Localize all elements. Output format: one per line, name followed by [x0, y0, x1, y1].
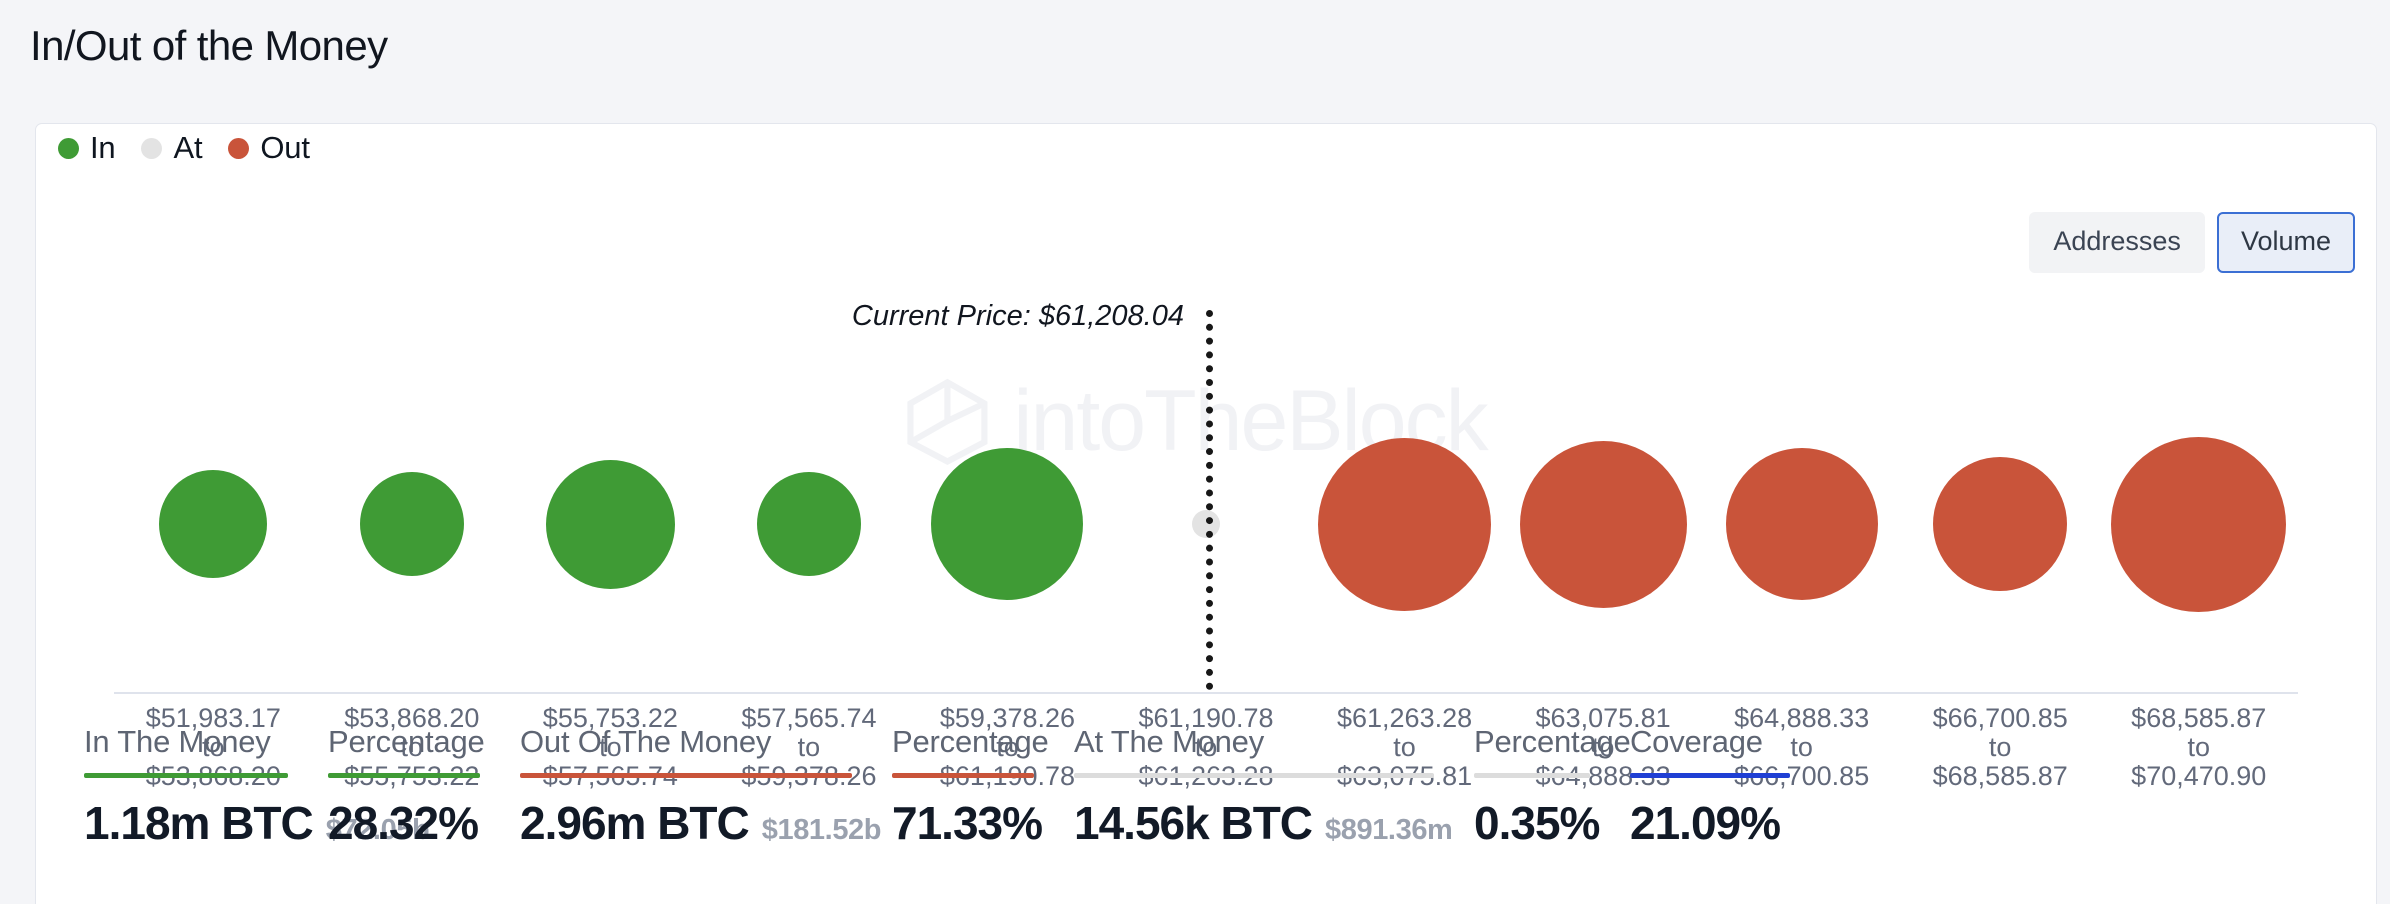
green-dot-icon — [58, 138, 79, 159]
stat-underline — [520, 773, 852, 778]
stat-percentage: Percentage 28.32% — [328, 725, 520, 846]
stat-primary-value: 2.96m BTC — [520, 800, 749, 846]
stat-primary-value: 1.18m BTC — [84, 800, 313, 846]
stat-values: 14.56k BTC$891.36m — [1074, 800, 1446, 846]
stat-values: 28.32% — [328, 800, 492, 846]
stat-in-the-money: In The Money 1.18m BTC$72.05b — [84, 725, 328, 846]
addresses-toggle-button[interactable]: Addresses — [2029, 212, 2205, 273]
stat-underline — [1630, 773, 1790, 778]
stat-primary-value: 0.35% — [1474, 800, 1599, 846]
stat-values: 1.18m BTC$72.05b — [84, 800, 300, 846]
metric-toggle-group: Addresses Volume — [2029, 212, 2355, 273]
stat-percentage: Percentage 71.33% — [892, 725, 1074, 846]
volume-toggle-button[interactable]: Volume — [2217, 212, 2355, 273]
legend-item-at[interactable]: At — [141, 130, 202, 166]
stat-label: Out Of The Money — [520, 725, 864, 759]
stat-primary-value: 28.32% — [328, 800, 478, 846]
legend-item-out[interactable]: Out — [228, 130, 309, 166]
stat-underline — [1474, 773, 1590, 778]
red-dot-icon — [228, 138, 249, 159]
stat-at-the-money: At The Money14.56k BTC$891.36m — [1074, 725, 1474, 846]
stat-underline — [328, 773, 480, 778]
stat-values: 71.33% — [892, 800, 1046, 846]
stat-secondary-value: $181.52b — [762, 816, 881, 845]
gray-dot-icon — [141, 138, 162, 159]
stat-primary-value: 21.09% — [1630, 800, 1780, 846]
stat-coverage: Coverage 21.09% — [1630, 725, 1830, 846]
stat-primary-value: 71.33% — [892, 800, 1042, 846]
stat-label: Percentage — [328, 725, 492, 759]
legend-item-in[interactable]: In — [58, 130, 115, 166]
stat-label: At The Money — [1074, 725, 1446, 759]
watermark: intoTheBlock — [903, 377, 1486, 465]
stat-values: 21.09% — [1630, 800, 1802, 846]
stat-underline — [84, 773, 288, 778]
stat-underline — [892, 773, 1034, 778]
legend-label-out: Out — [260, 130, 309, 166]
stat-values: 2.96m BTC$181.52b — [520, 800, 864, 846]
stat-label: Coverage — [1630, 725, 1802, 759]
stat-primary-value: 14.56k BTC — [1074, 800, 1312, 846]
stat-label: In The Money — [84, 725, 300, 759]
chart-legend: In At Out — [58, 130, 310, 166]
stat-values: 0.35% — [1474, 800, 1602, 846]
stat-out-of-the-money: Out Of The Money2.96m BTC$181.52b — [520, 725, 892, 846]
page-root: In/Out of the Money intoTheBlock In At O… — [0, 0, 2390, 904]
cube-logo-icon — [903, 377, 991, 465]
stat-label: Percentage — [892, 725, 1046, 759]
watermark-text: intoTheBlock — [1013, 378, 1486, 464]
stat-secondary-value: $891.36m — [1325, 816, 1452, 845]
stat-label: Percentage — [1474, 725, 1602, 759]
stat-percentage: Percentage 0.35% — [1474, 725, 1630, 846]
stat-underline — [1074, 773, 1434, 778]
legend-label-in: In — [90, 130, 115, 166]
page-title: In/Out of the Money — [30, 22, 387, 70]
legend-label-at: At — [173, 130, 202, 166]
summary-stats: In The Money 1.18m BTC$72.05b Percentage 28… — [36, 725, 2376, 846]
